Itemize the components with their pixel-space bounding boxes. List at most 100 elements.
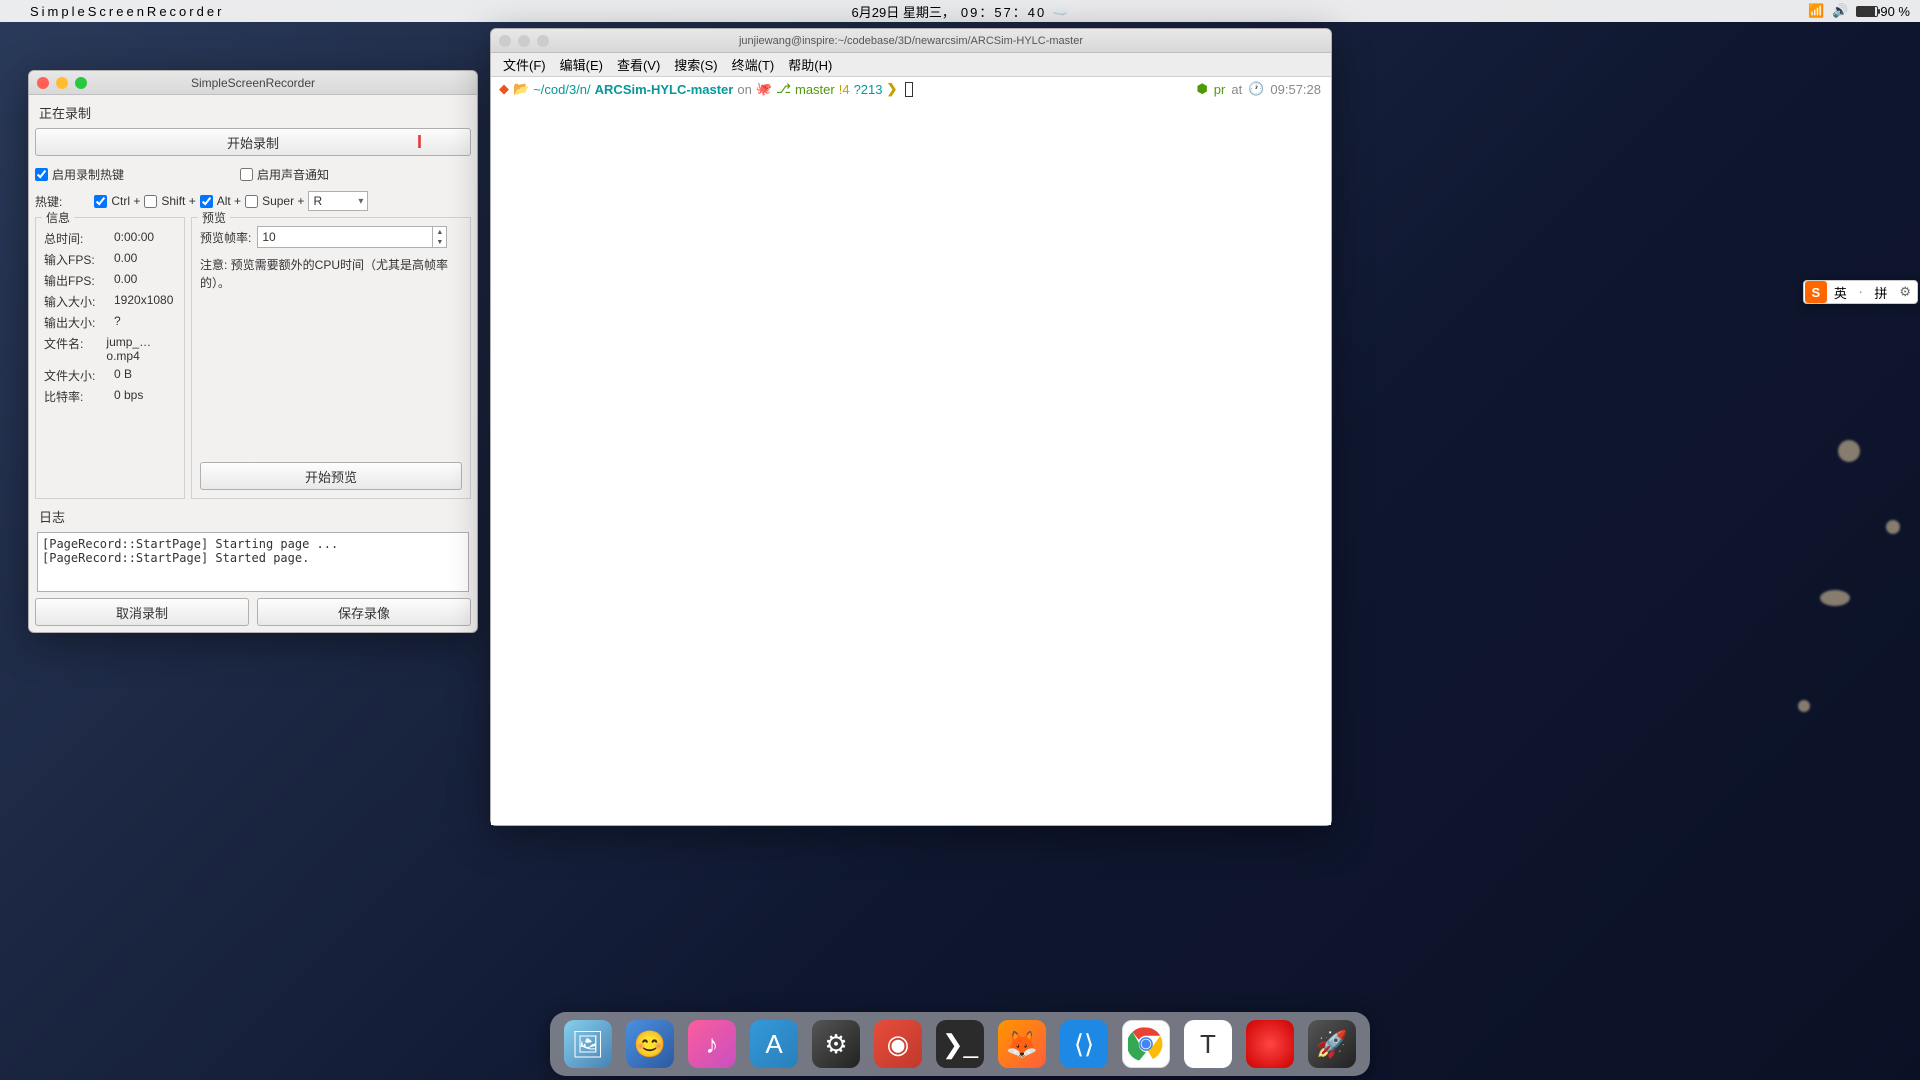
ime-bar[interactable]: S 英 ⸱ 拼 ⚙: [1803, 280, 1918, 304]
preview-fps-label: 预览帧率:: [200, 229, 251, 246]
menubar-app-name[interactable]: SimpleScreenRecorder: [26, 4, 224, 19]
terminal-menubar: 文件(F) 编辑(E) 查看(V) 搜索(S) 终端(T) 帮助(H): [491, 53, 1331, 77]
size-in-value: 1920x1080: [114, 293, 173, 310]
maximize-icon[interactable]: [537, 35, 549, 47]
dock: 🖼 😊 ♪ A ⚙ ◉ ❯_ 🦊 ⟨⟩ T 🚀: [550, 1012, 1370, 1076]
gear-icon[interactable]: ⚙: [1893, 284, 1917, 300]
preview-panel: 预览 预览帧率: 10 ▲▼ 注意: 预览需要额外的CPU时间（尤其是高帧率的）…: [191, 217, 471, 499]
save-recording-button[interactable]: 保存录像: [257, 598, 471, 626]
recording-status-label: 正在录制: [29, 95, 477, 122]
ctrl-label: Ctrl +: [111, 194, 140, 208]
prompt-path-prefix: ~/cod/3/n/: [533, 82, 590, 97]
total-time-value: 0:00:00: [114, 230, 154, 247]
fps-out-value: 0.00: [114, 272, 137, 289]
shift-modifier-checkbox[interactable]: [144, 195, 157, 208]
dock-vscode-icon[interactable]: ⟨⟩: [1060, 1020, 1108, 1068]
menubar-time: 09：57：40: [961, 2, 1046, 21]
node-icon: ⬢: [1196, 81, 1207, 97]
git-icon: 🐙: [756, 81, 772, 97]
battery-percentage: 90 %: [1880, 4, 1910, 19]
enable-hotkey-label: 启用录制热键: [52, 166, 124, 183]
folder-icon: 📂: [513, 81, 529, 97]
ime-mode[interactable]: 拼: [1868, 283, 1893, 302]
ssr-window: SimpleScreenRecorder 正在录制 开始录制 I 启用录制热键 …: [28, 70, 478, 633]
ctrl-modifier-checkbox[interactable]: [94, 195, 107, 208]
battery-indicator[interactable]: 90 %: [1856, 4, 1910, 19]
filesize-value: 0 B: [114, 367, 132, 384]
wifi-icon[interactable]: 📶: [1808, 3, 1824, 19]
shift-label: Shift +: [161, 194, 195, 208]
preview-fps-spinner[interactable]: 10 ▲▼: [257, 226, 447, 248]
maximize-icon[interactable]: [75, 77, 87, 89]
terminal-cursor: [905, 82, 913, 97]
log-textarea[interactable]: [PageRecord::StartPage] Starting page ..…: [37, 532, 469, 592]
spinner-down-icon[interactable]: ▼: [433, 237, 446, 247]
prompt-repo: ARCSim-HYLC-master: [595, 82, 734, 97]
dock-appstore-icon[interactable]: A: [750, 1020, 798, 1068]
filename-value: jump_…o.mp4: [106, 335, 176, 363]
hotkey-label: 热键:: [35, 193, 62, 210]
start-preview-button[interactable]: 开始预览: [200, 462, 462, 490]
close-icon[interactable]: [499, 35, 511, 47]
dock-settings-icon[interactable]: ⚙: [812, 1020, 860, 1068]
menu-file[interactable]: 文件(F): [497, 53, 552, 76]
cancel-recording-button[interactable]: 取消录制: [35, 598, 249, 626]
ime-separator: ⸱: [1853, 283, 1868, 301]
dock-chrome-icon[interactable]: [1122, 1020, 1170, 1068]
terminal-titlebar[interactable]: junjiewang@inspire:~/codebase/3D/newarcs…: [491, 29, 1331, 53]
start-recording-button[interactable]: 开始录制 I: [35, 128, 471, 156]
dock-preview-icon[interactable]: 🖼: [564, 1020, 612, 1068]
menu-help[interactable]: 帮助(H): [782, 53, 838, 76]
minimize-icon[interactable]: [518, 35, 530, 47]
info-title: 信息: [42, 209, 74, 226]
volume-icon[interactable]: 🔊: [1832, 3, 1848, 19]
menu-search[interactable]: 搜索(S): [668, 53, 723, 76]
menubar: SimpleScreenRecorder 6月29日 星期三， 09：57：40…: [0, 0, 1920, 22]
info-panel: 信息 总时间:0:00:00 输入FPS:0.00 输出FPS:0.00 输入大…: [35, 217, 185, 499]
size-out-value: ?: [114, 314, 121, 331]
super-modifier-checkbox[interactable]: [245, 195, 258, 208]
rprompt-time: 09:57:28: [1270, 82, 1321, 97]
minimize-icon[interactable]: [56, 77, 68, 89]
bitrate-value: 0 bps: [114, 388, 143, 405]
dock-record-icon[interactable]: [1246, 1020, 1294, 1068]
terminal-window: junjiewang@inspire:~/codebase/3D/newarcs…: [490, 28, 1332, 826]
prompt-untracked: ?213: [854, 82, 883, 97]
terminal-title: junjiewang@inspire:~/codebase/3D/newarcs…: [739, 35, 1083, 47]
menu-edit[interactable]: 编辑(E): [554, 53, 609, 76]
branch-icon: ⎇: [776, 81, 791, 97]
preview-note: 注意: 预览需要额外的CPU时间（尤其是高帧率的）。: [200, 256, 462, 292]
sogou-icon[interactable]: S: [1805, 281, 1827, 303]
enable-hotkey-checkbox[interactable]: 启用录制热键: [35, 166, 124, 183]
prompt-dirty: !4: [839, 82, 850, 97]
enable-sound-input[interactable]: [240, 168, 253, 181]
alt-label: Alt +: [217, 194, 241, 208]
hotkey-key-combo[interactable]: R: [308, 191, 368, 211]
dock-terminal-icon[interactable]: ❯_: [936, 1020, 984, 1068]
enable-hotkey-input[interactable]: [35, 168, 48, 181]
ssr-titlebar[interactable]: SimpleScreenRecorder: [29, 71, 477, 95]
alt-modifier-checkbox[interactable]: [200, 195, 213, 208]
ubuntu-icon: ◆: [499, 81, 509, 97]
fps-in-value: 0.00: [114, 251, 137, 268]
dock-music-icon[interactable]: ♪: [688, 1020, 736, 1068]
close-icon[interactable]: [37, 77, 49, 89]
spinner-up-icon[interactable]: ▲: [433, 227, 446, 237]
prompt-arrow-icon: ❯: [887, 81, 898, 97]
prompt-branch: master: [795, 82, 835, 97]
dock-finder-icon[interactable]: 😊: [626, 1020, 674, 1068]
terminal-body[interactable]: ◆ 📂 ~/cod/3/n/ARCSim-HYLC-master on 🐙 ⎇ …: [491, 77, 1331, 825]
preview-title: 预览: [198, 209, 230, 226]
enable-sound-checkbox[interactable]: 启用声音通知: [240, 166, 329, 183]
dock-netease-icon[interactable]: ◉: [874, 1020, 922, 1068]
dock-typora-icon[interactable]: T: [1184, 1020, 1232, 1068]
super-label: Super +: [262, 194, 304, 208]
menu-view[interactable]: 查看(V): [611, 53, 666, 76]
dock-launchpad-icon[interactable]: 🚀: [1308, 1020, 1356, 1068]
ime-lang[interactable]: 英: [1828, 283, 1853, 302]
menu-terminal[interactable]: 终端(T): [726, 53, 781, 76]
ssr-title: SimpleScreenRecorder: [191, 76, 315, 90]
dock-firefox-icon[interactable]: 🦊: [998, 1020, 1046, 1068]
weather-icon[interactable]: ☁️: [1052, 3, 1068, 19]
log-title: 日志: [29, 505, 477, 528]
